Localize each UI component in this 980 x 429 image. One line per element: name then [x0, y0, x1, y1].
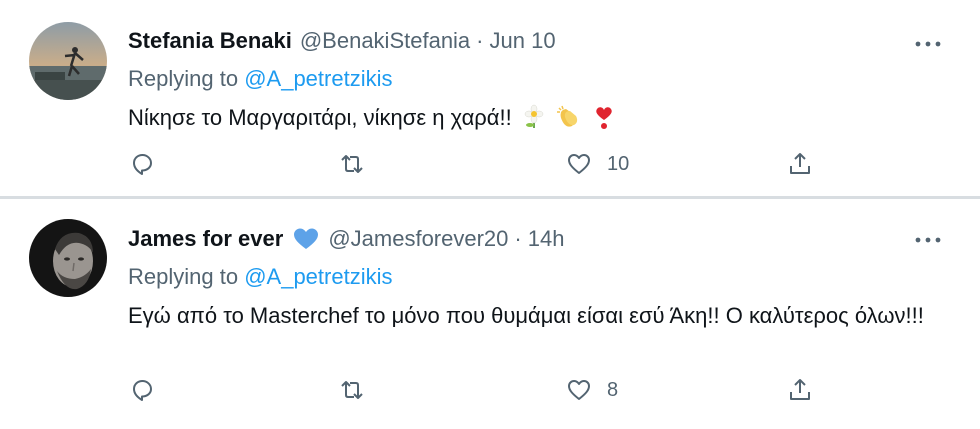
like-icon — [568, 380, 590, 400]
retweet-icon — [341, 381, 363, 399]
retweet-button[interactable] — [338, 148, 366, 180]
share-icon — [790, 379, 810, 400]
blue-heart-icon — [292, 227, 320, 251]
timestamp[interactable]: Jun 10 — [490, 26, 556, 56]
share-button[interactable] — [786, 374, 814, 406]
reply-icon — [133, 380, 152, 401]
author-handle[interactable]: @Jamesforever20 — [328, 224, 508, 254]
avatar[interactable] — [29, 219, 107, 297]
action-bar: 10 — [128, 148, 980, 180]
tweet-text: Νίκησε το Μαργαριτάρι, νίκησε η χαρά!! — [128, 101, 950, 135]
tweet-text: Εγώ από το Masterchef το μόνο που θυμάμα… — [128, 303, 924, 328]
retweet-icon — [341, 155, 363, 173]
replying-prefix: Replying to — [128, 66, 239, 91]
like-icon — [568, 154, 590, 174]
replying-to-line: Replying to @A_petretzikis — [128, 262, 950, 292]
share-icon — [790, 153, 810, 174]
like-count: 8 — [607, 378, 619, 401]
like-button[interactable]: 8 — [565, 374, 618, 406]
like-count: 10 — [607, 152, 630, 175]
reply-icon — [133, 154, 152, 175]
action-bar: 8 — [128, 374, 980, 406]
avatar[interactable] — [29, 22, 107, 100]
clapping-hands-emoji — [556, 104, 582, 130]
like-button[interactable]: 10 — [565, 148, 629, 180]
replying-prefix: Replying to — [128, 264, 239, 289]
mention-link[interactable]: @A_petretzikis — [244, 66, 392, 91]
tweet[interactable]: Stefania Benaki @BenakiStefania · Jun 10… — [0, 0, 980, 196]
retweet-button[interactable] — [338, 374, 366, 406]
daisy-emoji — [521, 104, 547, 130]
replying-to-line: Replying to @A_petretzikis — [128, 64, 950, 94]
reply-button[interactable] — [128, 374, 156, 406]
reply-button[interactable] — [128, 148, 156, 180]
author-handle[interactable]: @BenakiStefania — [300, 26, 470, 56]
more-icon[interactable] — [914, 36, 942, 47]
more-icon[interactable] — [914, 232, 942, 243]
separator-dot: · — [476, 28, 484, 53]
separator-dot: · — [514, 226, 522, 251]
timestamp[interactable]: 14h — [528, 224, 565, 254]
author-name[interactable]: James for ever — [128, 224, 283, 254]
heart-exclamation-emoji — [591, 104, 617, 130]
tweet-text-body: Νίκησε το Μαργαριτάρι, νίκησε η χαρά!! — [128, 105, 512, 130]
share-button[interactable] — [786, 148, 814, 180]
mention-link[interactable]: @A_petretzikis — [244, 264, 392, 289]
author-name[interactable]: Stefania Benaki — [128, 26, 292, 56]
tweet[interactable]: James for ever @Jamesforever20 · 14h Rep… — [0, 199, 980, 429]
